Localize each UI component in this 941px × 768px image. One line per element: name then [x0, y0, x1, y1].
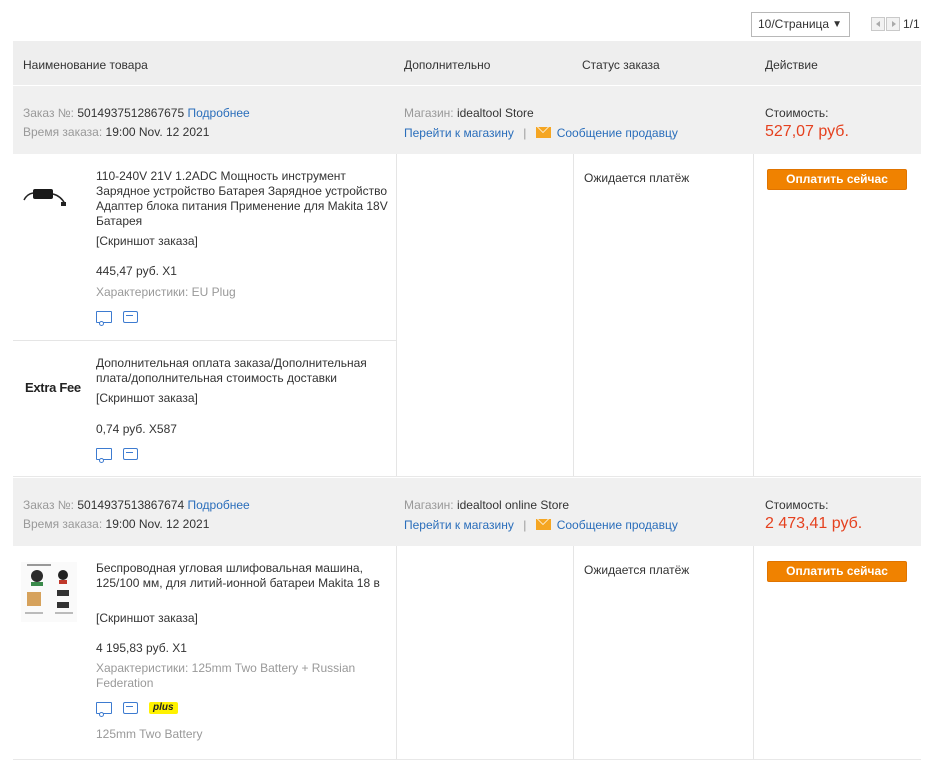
item-variant-note: 125mm Two Battery — [96, 727, 203, 741]
product-thumbnail[interactable] — [21, 562, 77, 622]
item-service-icons: plus — [96, 700, 178, 717]
store-actions: Перейти к магазину | Сообщение продавцу — [404, 518, 678, 532]
orders-table: Наименование товара Дополнительно Статус… — [13, 41, 921, 760]
order-number-label: Заказ №: — [23, 498, 75, 512]
separator: | — [523, 126, 527, 140]
order-snapshot-link[interactable]: [Скриншот заказа] — [96, 234, 391, 249]
order-time-line: Время заказа: 19:00 Nov. 12 2021 — [23, 125, 209, 139]
mail-icon[interactable] — [535, 519, 551, 530]
prev-page-button[interactable] — [871, 17, 885, 31]
item-specs: Характеристики: EU Plug — [96, 285, 236, 299]
item-price-qty: 4 195,83 руб. X1 — [96, 641, 187, 655]
return-icon[interactable] — [123, 701, 138, 714]
order-number: 5014937513867674 — [77, 498, 185, 512]
product-title[interactable]: Дополнительная оплата заказа/Дополнитель… — [96, 356, 391, 386]
column-divider — [573, 154, 574, 476]
item-price-qty: 0,74 руб. X587 — [96, 422, 177, 436]
store-name: idealtool Store — [456, 106, 534, 120]
pager: 10/Страница ▼ 1/1 — [751, 12, 931, 37]
order-snapshot-link[interactable]: [Скриншот заказа] — [96, 391, 391, 406]
order-number-label: Заказ №: — [23, 106, 75, 120]
order-number: 5014937512867675 — [77, 106, 185, 120]
table-header: Наименование товара Дополнительно Статус… — [13, 41, 921, 85]
page-size-select[interactable]: 10/Страница ▼ — [751, 12, 850, 37]
order-cost: 527,07 руб. — [765, 123, 849, 140]
delivery-truck-icon[interactable] — [96, 310, 112, 326]
order-body: 110-240V 21V 1.2ADC Мощность инструмент … — [13, 154, 921, 477]
plus-badge: plus — [149, 701, 178, 714]
order-time-line: Время заказа: 19:00 Nov. 12 2021 — [23, 517, 209, 531]
mail-icon[interactable] — [535, 127, 551, 138]
go-to-store-link[interactable]: Перейти к магазину — [404, 126, 514, 140]
order-body: Беспроводная угловая шлифовальная машина… — [13, 546, 921, 760]
order-status: Ожидается платёж — [584, 563, 690, 577]
store-actions: Перейти к магазину | Сообщение продавцу — [404, 126, 678, 140]
extra-fee-thumbnail[interactable]: Extra Fee — [25, 380, 81, 395]
item-specs: Характеристики: 125mm Two Battery + Russ… — [96, 661, 356, 690]
delivery-truck-icon[interactable] — [96, 447, 112, 463]
go-to-store-link[interactable]: Перейти к магазину — [404, 518, 514, 532]
order-details-link[interactable]: Подробнее — [188, 106, 250, 120]
product-title[interactable]: 110-240V 21V 1.2ADC Мощность инструмент … — [96, 169, 391, 229]
product-title[interactable]: Беспроводная угловая шлифовальная машина… — [96, 561, 391, 591]
col-header-status: Статус заказа — [582, 58, 660, 72]
return-icon[interactable] — [123, 310, 138, 323]
column-divider — [753, 154, 754, 476]
message-seller-link[interactable]: Сообщение продавцу — [557, 518, 678, 532]
col-header-action: Действие — [765, 58, 818, 72]
order-snapshot-link[interactable]: [Скриншот заказа] — [96, 611, 391, 626]
cost-label: Стоимость: — [765, 498, 829, 512]
pay-now-button[interactable]: Оплатить сейчас — [767, 169, 907, 190]
pay-now-button[interactable]: Оплатить сейчас — [767, 561, 907, 582]
message-seller-link[interactable]: Сообщение продавцу — [557, 126, 678, 140]
column-divider — [396, 546, 397, 759]
order-details-link[interactable]: Подробнее — [188, 498, 250, 512]
store-label: Магазин: — [404, 106, 454, 120]
store-line: Магазин: idealtool online Store — [404, 498, 569, 512]
order-time: 19:00 Nov. 12 2021 — [105, 125, 210, 139]
item-price-qty: 445,47 руб. X1 — [96, 264, 177, 278]
col-header-name: Наименование товара — [23, 58, 148, 72]
store-line: Магазин: idealtool Store — [404, 106, 534, 120]
page-count: 1/1 — [903, 17, 920, 31]
page-size-value: 10/Страница — [758, 17, 830, 31]
order-status: Ожидается платёж — [584, 171, 690, 185]
item-divider — [13, 340, 396, 341]
next-page-button[interactable] — [886, 17, 900, 31]
separator: | — [523, 518, 527, 532]
column-divider — [573, 546, 574, 759]
delivery-truck-icon[interactable] — [96, 701, 112, 717]
order-number-line: Заказ №: 5014937513867674 Подробнее — [23, 498, 250, 512]
col-header-extra: Дополнительно — [404, 58, 491, 72]
column-divider — [753, 546, 754, 759]
chevron-down-icon: ▼ — [832, 19, 842, 30]
store-label: Магазин: — [404, 498, 454, 512]
column-divider — [396, 154, 397, 476]
cost-label: Стоимость: — [765, 106, 829, 120]
order-header: Заказ №: 5014937512867675 Подробнее Врем… — [13, 85, 921, 154]
item-service-icons — [96, 309, 149, 326]
order-cost: 2 473,41 руб. — [765, 515, 863, 532]
order-number-line: Заказ №: 5014937512867675 Подробнее — [23, 106, 250, 120]
order-time-label: Время заказа: — [23, 517, 103, 531]
store-name: idealtool online Store — [456, 498, 570, 512]
product-thumbnail[interactable] — [23, 176, 67, 220]
order-time: 19:00 Nov. 12 2021 — [105, 517, 210, 531]
order-time-label: Время заказа: — [23, 125, 103, 139]
order-header: Заказ №: 5014937513867674 Подробнее Врем… — [13, 477, 921, 546]
return-icon[interactable] — [123, 447, 138, 460]
item-service-icons — [96, 446, 149, 463]
